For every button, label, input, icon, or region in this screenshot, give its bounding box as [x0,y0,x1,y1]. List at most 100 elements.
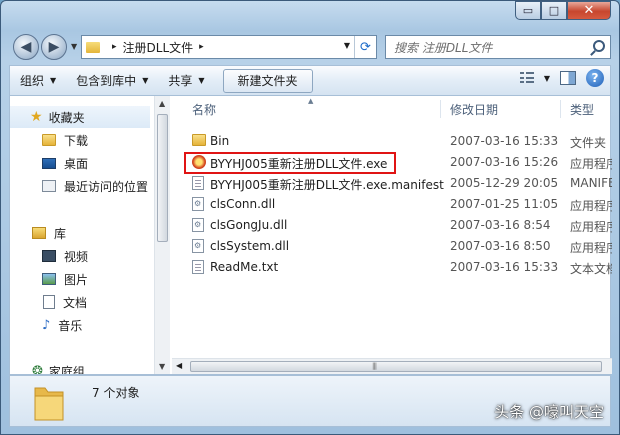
file-row[interactable]: clsSystem.dll 2007-03-16 8:50 应用程序扩展 [180,236,612,257]
navigation-pane: ★ 收藏夹 下载 桌面 最近访问的位置 库 视频 图片 文档 ♪ 音乐 ❂ 家庭… [10,96,154,374]
desktop-icon [42,157,56,169]
sidebar-item-desktop[interactable]: 桌面 [42,152,88,174]
new-folder-button[interactable]: 新建文件夹 [222,68,313,93]
library-icon [32,227,46,239]
file-name: Bin [210,134,230,148]
close-button[interactable]: ✕ [567,1,611,20]
sidebar-item-pictures[interactable]: 图片 [42,268,88,290]
refresh-button[interactable]: ⟳ [354,36,376,58]
sidebar-item-downloads[interactable]: 下载 [42,129,88,151]
file-date: 2007-03-16 15:33 [450,134,559,148]
file-type: 文件夹 [570,136,607,150]
horizontal-scrollbar[interactable]: ◀ ||| [172,358,612,374]
sidebar-item-music[interactable]: ♪ 音乐 [42,314,82,336]
include-library-label: 包含到库中 [76,74,137,88]
sidebar-item-label: 桌面 [64,156,89,171]
sidebar-item-documents[interactable]: 文档 [43,291,87,313]
sidebar-item-favorites[interactable]: ★ 收藏夹 [10,106,150,128]
caption-buttons: ▭ □ ✕ [515,1,611,21]
sidebar-item-label: 家庭组 [48,364,85,375]
file-date: 2005-12-29 20:05 [450,176,559,190]
organize-menu[interactable]: 组织 ▼ [10,69,66,93]
video-icon [42,250,56,262]
file-row[interactable]: Bin 2007-03-16 15:33 文件夹 [180,131,612,152]
recent-places-icon [42,180,56,192]
file-list: ▲ 名称 修改日期 类型 Bin 2007-03-16 15:33 文件夹 BY… [172,96,612,374]
back-arrow-icon: ◀ [20,39,32,55]
sidebar-item-label: 库 [54,226,67,241]
file-type: 应用程序扩展 [570,199,612,213]
file-date: 2007-03-16 15:33 [450,260,559,274]
text-icon [192,260,204,274]
chevron-down-icon: ▼ [198,76,205,85]
scroll-up-icon[interactable]: ▲ [159,99,165,108]
file-name: ReadMe.txt [210,260,279,274]
search-input[interactable]: 搜索 注册DLL文件 [385,35,611,59]
breadcrumb-separator[interactable]: ▸ [112,42,117,52]
file-type: 应用程序扩展 [570,220,612,234]
sidebar-item-label: 下载 [64,133,89,148]
include-library-menu[interactable]: 包含到库中 ▼ [66,69,158,93]
chevron-down-icon: ▼ [50,76,57,85]
file-row[interactable]: BYYHJ005重新注册DLL文件.exe.manifest 2005-12-2… [180,173,612,194]
breadcrumb-current[interactable]: 注册DLL文件 [123,39,194,56]
help-icon[interactable]: ? [586,69,604,87]
highlight-box [184,152,396,174]
file-row[interactable]: clsConn.dll 2007-01-25 11:05 应用程序扩展 [180,194,612,215]
details-pane: 7 个对象 头条 @嚎叫天空 [9,375,611,427]
scrollbar-thumb[interactable] [190,361,602,372]
file-type: 应用程序扩展 [570,241,612,255]
sidebar-item-libraries[interactable]: 库 [32,222,66,244]
back-button[interactable]: ◀ [13,34,39,60]
file-type: 应用程序 [570,157,612,171]
music-icon: ♪ [42,317,51,333]
new-folder-label: 新建文件夹 [237,74,298,88]
scroll-down-icon[interactable]: ▼ [159,362,165,371]
sidebar-item-recent-places[interactable]: 最近访问的位置 [42,175,148,197]
search-icon[interactable] [593,40,605,52]
watermark: 头条 @嚎叫天空 [494,403,604,421]
search-placeholder: 搜索 注册DLL文件 [394,40,493,55]
file-name: clsGongJu.dll [210,218,288,232]
scrollbar-thumb[interactable] [157,114,168,242]
file-name: clsSystem.dll [210,239,290,253]
large-folder-icon [34,387,64,421]
preview-pane-icon[interactable] [560,71,576,85]
minimize-button[interactable]: ▭ [515,1,541,20]
refresh-icon: ⟳ [360,39,371,55]
homegroup-icon: ❂ [32,363,43,375]
file-type: MANIFEST [570,176,612,190]
view-options-icon[interactable] [519,72,534,84]
folder-icon [192,134,206,146]
file-date: 2007-03-16 8:54 [450,218,551,232]
dll-icon [192,239,204,253]
sidebar-item-videos[interactable]: 视频 [42,245,88,267]
sidebar-item-homegroup[interactable]: ❂ 家庭组 [32,360,85,375]
forward-button[interactable]: ▶ [41,34,67,60]
column-divider[interactable] [440,100,441,118]
chevron-down-icon: ▼ [142,76,149,85]
address-bar[interactable]: ▸ 注册DLL文件 ▸ ▼ ⟳ [81,35,377,59]
column-header-type[interactable]: 类型 [570,96,594,122]
column-header-name[interactable]: 名称 [192,96,216,122]
scroll-left-icon[interactable]: ◀ [176,361,182,370]
sidebar-item-label: 视频 [64,249,89,264]
share-label: 共享 [168,74,193,88]
document-icon [192,176,204,190]
address-history-dropdown[interactable]: ▼ [344,41,350,50]
column-header-date[interactable]: 修改日期 [450,96,498,122]
breadcrumb-separator[interactable]: ▸ [199,42,204,52]
share-menu[interactable]: 共享 ▼ [158,69,214,93]
scrollbar-grip-icon: ||| [372,362,377,370]
pictures-icon [42,273,56,285]
command-bar: 组织 ▼ 包含到库中 ▼ 共享 ▼ 新建文件夹 ▼ ? [9,65,611,95]
maximize-button[interactable]: □ [541,1,567,20]
file-row[interactable]: clsGongJu.dll 2007-03-16 8:54 应用程序扩展 [180,215,612,236]
recent-pages-dropdown[interactable]: ▼ [71,42,77,51]
file-row[interactable]: ReadMe.txt 2007-03-16 15:33 文本文档 [180,257,612,278]
column-divider[interactable] [560,100,561,118]
folder-icon [86,41,100,53]
dll-icon [192,218,204,232]
view-dropdown-icon[interactable]: ▼ [544,74,550,83]
navigation-scrollbar[interactable]: ▲ ▼ [154,96,170,374]
